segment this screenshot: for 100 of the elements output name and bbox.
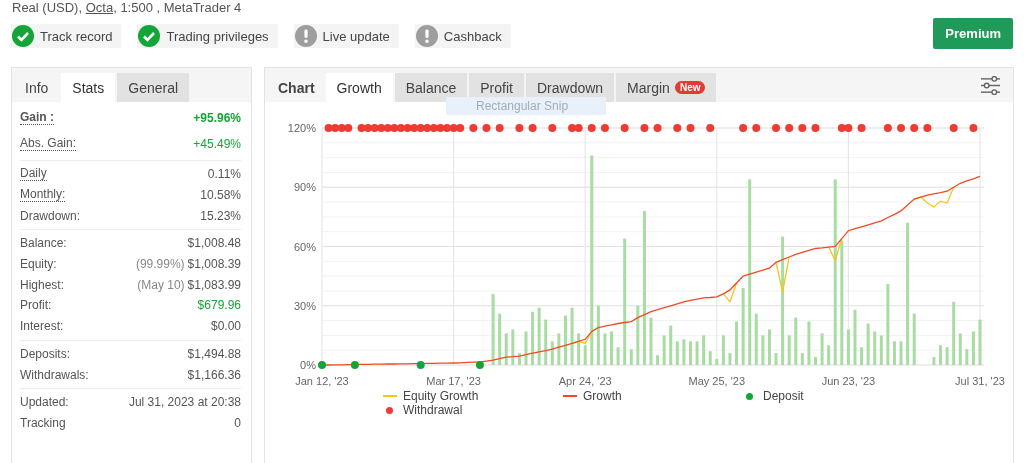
chart-bar (866, 323, 870, 365)
premium-button[interactable]: Premium (933, 17, 1013, 49)
stat-value: 15.23% (200, 208, 241, 223)
stat-value: $1,494.88 (187, 346, 241, 361)
chart-bar (636, 305, 640, 365)
axis-label: Mar 17, '23 (426, 375, 481, 387)
axis-label: Jul 31, '23 (955, 375, 1005, 387)
stat-label[interactable]: Gain : (20, 111, 54, 125)
account-text: , 1:500 , MetaTrader 4 (113, 0, 242, 15)
chart-bar (814, 357, 817, 365)
stat-value: $0.00 (210, 319, 241, 334)
stat-label: Deposits: (20, 346, 71, 361)
chart-bar (794, 317, 798, 365)
marker-dot (495, 124, 504, 132)
marker-dot (475, 361, 484, 369)
chart-bar (669, 325, 673, 365)
marker-dot (752, 124, 761, 132)
panel-tab[interactable]: Stats (61, 73, 116, 102)
chart-bar (557, 333, 561, 365)
chart-bar (932, 357, 936, 365)
marker-dot (600, 124, 609, 132)
axis-label: 60% (293, 240, 316, 253)
chart-bar (524, 331, 528, 365)
chart-bar (537, 307, 541, 365)
stat-label[interactable]: Daily (20, 167, 47, 182)
chart-bar (708, 351, 712, 365)
chart-bar (939, 345, 942, 365)
chart-bar (787, 335, 791, 365)
panel-tab[interactable]: General (117, 73, 190, 102)
stat-value: $1,008.48 (187, 236, 241, 251)
stat-label: Balance: (20, 236, 67, 251)
marker-dot (686, 124, 695, 132)
marker-dot (910, 124, 919, 132)
chart-bar (853, 309, 857, 365)
marker-dot (798, 124, 807, 132)
chart-bar (728, 353, 732, 365)
chart-bar (715, 359, 719, 365)
marker-dot (772, 124, 780, 132)
stat-value: +45.49% (193, 137, 241, 151)
marker-dot (482, 124, 491, 132)
chart-tab[interactable]: Growth (325, 73, 393, 102)
chart-bar (550, 341, 554, 365)
marker-dot (706, 124, 715, 132)
marker-dot (739, 124, 748, 132)
marker-dot (318, 361, 326, 369)
chart-bar (603, 333, 607, 365)
chart-bar (820, 333, 824, 365)
stat-label: Interest: (20, 319, 64, 334)
marker-dot (949, 124, 958, 132)
chart-bar (504, 333, 508, 365)
legend-item[interactable]: Withdrawal (383, 403, 563, 417)
badge-label: Trading privileges (166, 28, 269, 44)
stat-label: Updated: (20, 395, 69, 410)
chart-bar (754, 313, 758, 365)
chart-bar (846, 329, 850, 365)
chart-tab[interactable]: Margin New (616, 73, 717, 102)
chart-bar (570, 307, 574, 365)
chart-bar (629, 349, 633, 365)
axis-label: 90% (293, 181, 316, 194)
legend-item[interactable]: Deposit (743, 389, 923, 403)
chart-bar (892, 341, 896, 365)
chart-bar (531, 311, 535, 365)
chart-bar (899, 341, 903, 365)
chart-bar (610, 331, 613, 365)
stat-label[interactable]: Abs. Gain: (20, 137, 77, 151)
marker-dot (515, 124, 524, 132)
marker-dot (653, 124, 662, 132)
stat-note: (May 10) (137, 277, 185, 292)
axis-label: 120% (287, 122, 316, 134)
marker-dot (548, 124, 557, 132)
legend-item[interactable]: Growth (563, 389, 743, 403)
legend-item[interactable]: Equity Growth (383, 389, 563, 403)
stat-value: +95.96% (193, 111, 241, 125)
chart-bar (873, 331, 877, 365)
stat-value: $1,166.36 (187, 367, 241, 382)
panel-tab[interactable]: Info (14, 73, 60, 102)
new-badge: New (674, 81, 706, 94)
marker-dot (969, 124, 978, 132)
settings-icon[interactable] (980, 76, 1001, 95)
marker-dot (416, 361, 425, 369)
stat-value: 10.58% (200, 188, 241, 203)
stat-value: $1,008.39 (187, 257, 241, 272)
chart-tab[interactable]: Balance (394, 73, 468, 102)
axis-label: May 25, '23 (688, 375, 746, 387)
chart-bar (517, 353, 521, 365)
marker-dot (620, 124, 629, 132)
chart-bar (971, 331, 975, 365)
axis-label: 30% (293, 299, 316, 312)
chart-bar (735, 321, 739, 365)
chart-bar (807, 321, 811, 365)
chart-bar (689, 341, 692, 365)
chart-bar (774, 353, 778, 365)
marker-dot (785, 124, 794, 132)
chart-bar (498, 313, 502, 365)
stat-value: $679.96 (197, 298, 241, 313)
snip-tooltip: Rectangular Snip (446, 97, 606, 115)
stat-label[interactable]: Monthly: (20, 188, 66, 203)
chart-bar (616, 347, 620, 365)
axis-label: Jun 23, '23 (821, 375, 876, 387)
chart-bar (965, 349, 969, 365)
